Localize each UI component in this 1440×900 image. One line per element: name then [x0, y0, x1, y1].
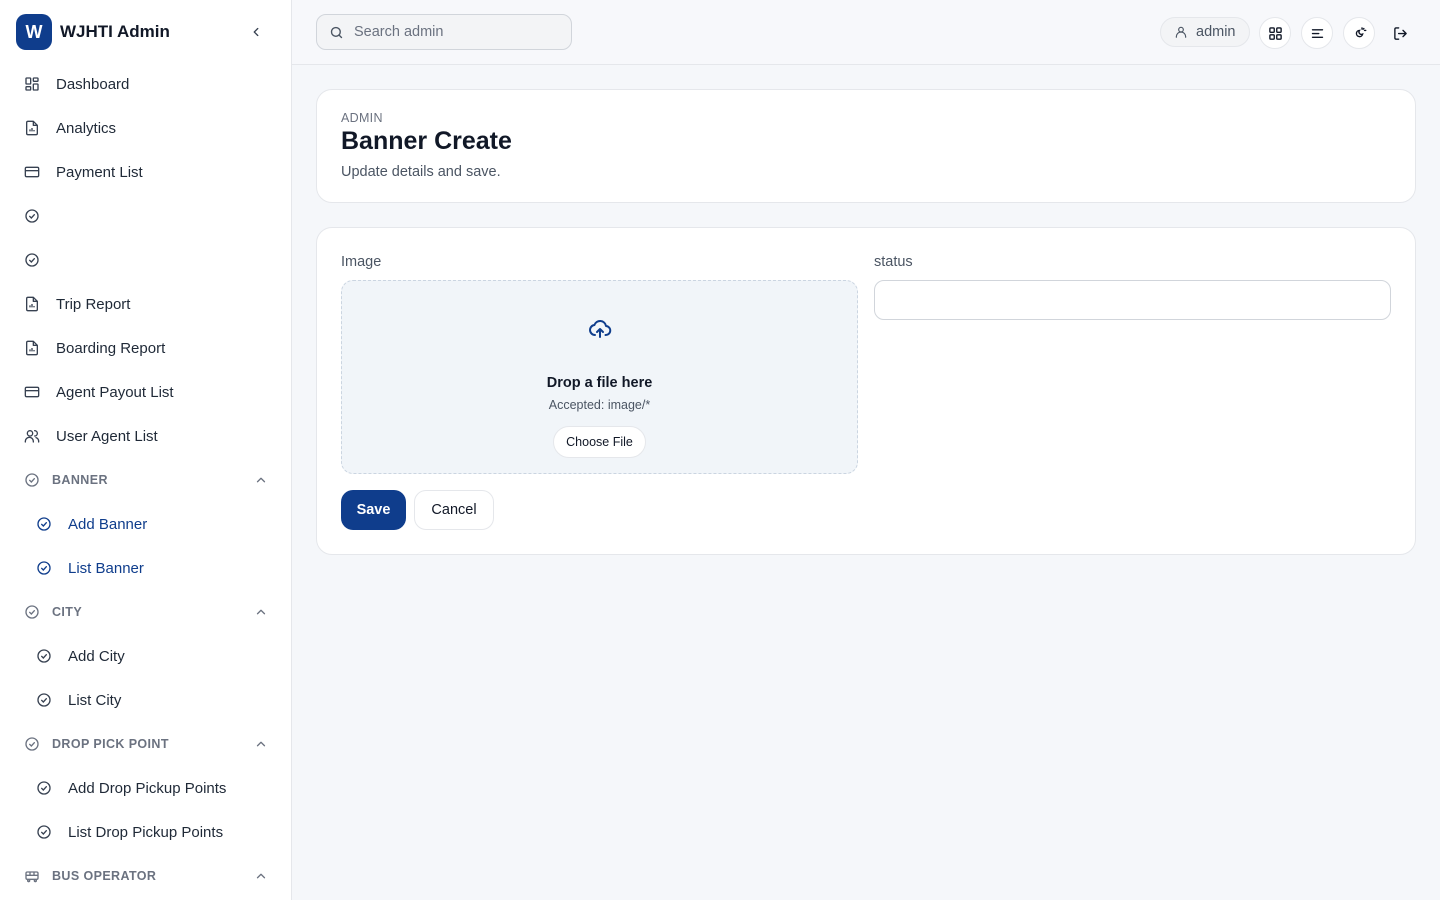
- search-box: [316, 14, 572, 50]
- page-subtitle: Update details and save.: [341, 164, 501, 180]
- bus-icon: [24, 868, 40, 884]
- chevron-up-icon: [253, 472, 269, 488]
- sidebar-item-add-banner[interactable]: Add Banner: [0, 502, 291, 546]
- grid-icon: [1268, 26, 1283, 41]
- brand-name: WJHTI Admin: [60, 22, 170, 41]
- sidebar-item-label: Add Drop Pickup Points: [68, 779, 227, 797]
- sidebar-item-label: List Banner: [68, 559, 144, 577]
- sidebar-item-label: Dashboard: [56, 75, 130, 93]
- sidebar-item-label: User Agent List: [56, 427, 158, 445]
- sidebar-item-label: Add Banner: [68, 515, 148, 533]
- search-icon: [329, 25, 344, 40]
- sidebar-item-add-drop-pickup-points[interactable]: Add Drop Pickup Points: [0, 766, 291, 810]
- sidebar: W WJHTI Admin Dashboard Analytics Paymen…: [0, 0, 292, 900]
- user-icon: [1174, 25, 1188, 39]
- sidebar-nav: Dashboard Analytics Payment List Trip Re…: [0, 62, 291, 898]
- align-left-icon: [1310, 26, 1325, 41]
- sidebar-item-label: Trip Report: [56, 295, 131, 313]
- report-icon: [24, 120, 40, 136]
- card-icon: [24, 384, 40, 400]
- sidebar-item-list-city[interactable]: List City: [0, 678, 291, 722]
- sidebar-item-analytics[interactable]: Analytics: [0, 106, 291, 150]
- sidebar-section-label: CITY: [52, 605, 83, 619]
- check-circle-icon: [24, 208, 40, 224]
- sidebar-item-label: List City: [68, 691, 122, 709]
- logout-button[interactable]: [1384, 17, 1416, 49]
- sidebar-item-label: Add City: [68, 647, 125, 665]
- theme-toggle-button[interactable]: [1343, 17, 1375, 49]
- page-eyebrow: ADMIN: [341, 111, 383, 125]
- check-circle-icon: [24, 472, 40, 488]
- sidebar-item-boarding-report[interactable]: Boarding Report: [0, 326, 291, 370]
- brand-logo: W: [16, 14, 52, 50]
- save-button[interactable]: Save: [341, 490, 406, 530]
- sidebar-section-banner[interactable]: BANNER: [0, 458, 291, 502]
- sidebar-item-list-drop-pickup-points[interactable]: List Drop Pickup Points: [0, 810, 291, 854]
- banner-form-card: Image Drop a file here Accepted: image/*…: [316, 227, 1416, 555]
- check-circle-icon: [36, 516, 52, 532]
- status-field[interactable]: [874, 280, 1391, 320]
- sidebar-section-label: DROP PICK POINT: [52, 737, 169, 751]
- sidebar-item-label: List Drop Pickup Points: [68, 823, 224, 841]
- sidebar-item-payment-list[interactable]: Payment List: [0, 150, 291, 194]
- sidebar-item-label: Agent Payout List: [56, 383, 174, 401]
- logout-icon: [1393, 26, 1408, 41]
- choose-file-button[interactable]: Choose File: [553, 426, 646, 458]
- check-circle-icon: [24, 604, 40, 620]
- brand: W WJHTI Admin: [16, 14, 276, 50]
- check-circle-icon: [24, 736, 40, 752]
- check-circle-icon: [36, 824, 52, 840]
- sidebar-section-label: BANNER: [52, 473, 108, 487]
- grid-icon: [24, 76, 40, 92]
- sidebar-item-add-city[interactable]: Add City: [0, 634, 291, 678]
- sidebar-item-label: Boarding Report: [56, 339, 166, 357]
- collapse-sidebar-button[interactable]: [246, 22, 266, 42]
- sun-moon-icon: [1352, 26, 1367, 41]
- user-menu-button[interactable]: admin: [1160, 17, 1250, 47]
- apps-button[interactable]: [1259, 17, 1291, 49]
- sidebar-item-trip-report[interactable]: Trip Report: [0, 282, 291, 326]
- image-dropzone[interactable]: Drop a file here Accepted: image/* Choos…: [341, 280, 858, 474]
- page-title: Banner Create: [341, 127, 512, 155]
- sidebar-section-label: BUS OPERATOR: [52, 869, 157, 883]
- sidebar-section-bus-operator[interactable]: BUS OPERATOR: [0, 854, 291, 898]
- sidebar-item-label: Payment List: [56, 163, 143, 181]
- chevron-left-icon: [253, 27, 259, 37]
- sidebar-item-label: Analytics: [56, 119, 117, 137]
- sidebar-item-unlabeled-1[interactable]: [0, 194, 291, 238]
- dropzone-accepted-types: Accepted: image/*: [548, 398, 651, 412]
- card-icon: [24, 164, 40, 180]
- menu-toggle-button[interactable]: [1301, 17, 1333, 49]
- cloud-upload-icon: [588, 317, 612, 341]
- report-icon: [24, 296, 40, 312]
- user-label: admin: [1196, 24, 1236, 40]
- users-icon: [24, 428, 40, 444]
- sidebar-section-city[interactable]: CITY: [0, 590, 291, 634]
- page-header-card: ADMIN Banner Create Update details and s…: [316, 89, 1416, 203]
- dropzone-title: Drop a file here: [546, 375, 653, 391]
- search-input[interactable]: [354, 24, 554, 40]
- sidebar-item-list-banner[interactable]: List Banner: [0, 546, 291, 590]
- sidebar-item-user-agent-list[interactable]: User Agent List: [0, 414, 291, 458]
- sidebar-item-dashboard[interactable]: Dashboard: [0, 62, 291, 106]
- chevron-up-icon: [253, 868, 269, 884]
- check-circle-icon: [24, 252, 40, 268]
- image-label: Image: [341, 254, 382, 270]
- check-circle-icon: [36, 780, 52, 796]
- chevron-up-icon: [253, 736, 269, 752]
- report-icon: [24, 340, 40, 356]
- topbar: admin: [292, 0, 1440, 65]
- sidebar-item-unlabeled-2[interactable]: [0, 238, 291, 282]
- cancel-button[interactable]: Cancel: [414, 490, 494, 530]
- sidebar-item-agent-payout-list[interactable]: Agent Payout List: [0, 370, 291, 414]
- check-circle-icon: [36, 692, 52, 708]
- check-circle-icon: [36, 560, 52, 576]
- chevron-up-icon: [253, 604, 269, 620]
- sidebar-section-drop-pick-point[interactable]: DROP PICK POINT: [0, 722, 291, 766]
- check-circle-icon: [36, 648, 52, 664]
- status-label: status: [874, 254, 913, 270]
